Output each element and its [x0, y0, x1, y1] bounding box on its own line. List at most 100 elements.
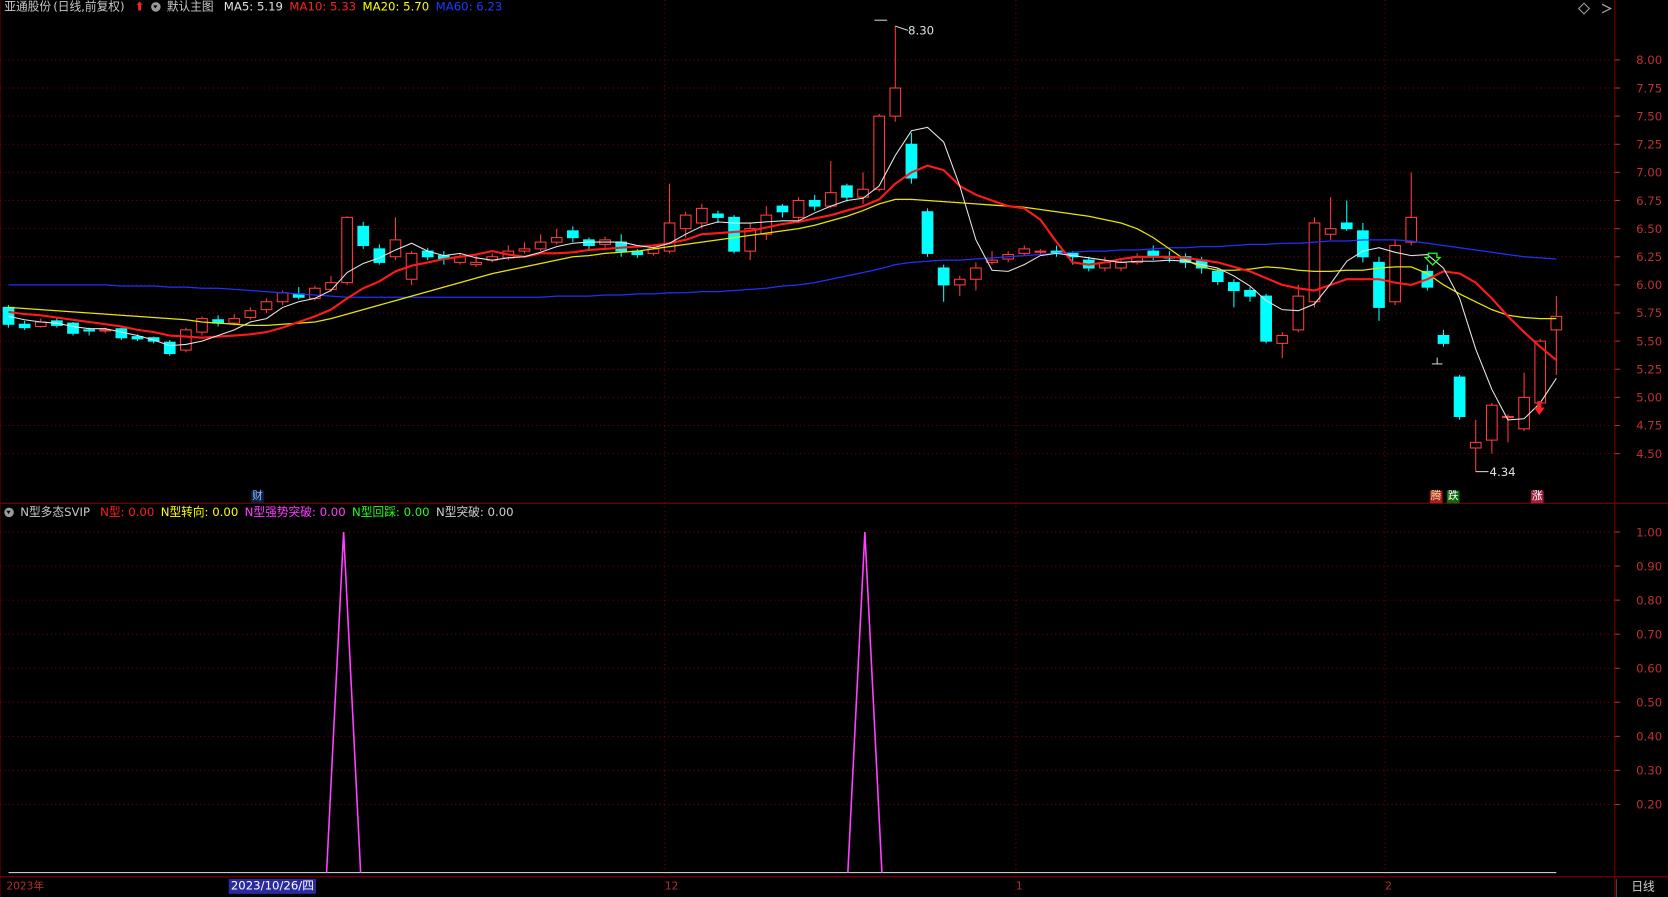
dropdown-circle-icon[interactable]	[4, 507, 14, 518]
period-label: (日线,前复权)	[53, 0, 125, 14]
candle-body-33	[534, 241, 547, 250]
low-label: 4.34	[1490, 465, 1516, 479]
sub-panel-header: N型多态SVIP N型: 0.00 N型转向: 0.00 N型强势突破: 0.00 N…	[4, 505, 526, 522]
sub-label-3: N型回踩: 0.00	[352, 505, 430, 520]
x-crosshair-date: 2023/10/26/四	[228, 878, 317, 894]
candle-body-5	[83, 329, 95, 332]
ma-label-1: MA10: 5.33	[289, 0, 357, 14]
candle-body-17	[276, 292, 289, 303]
high-label: 8.30	[908, 24, 934, 38]
candle-body-14	[228, 318, 241, 324]
ytick-label-main-14: 8.00	[1636, 53, 1662, 67]
ma10-line	[8, 164, 1558, 362]
candle-body-12	[196, 318, 208, 333]
ma-label-2: MA20: 5.70	[362, 0, 430, 14]
candle-body-1	[18, 323, 31, 329]
candle-body-80	[1292, 295, 1305, 331]
ytick-label-sub-5: 0.70	[1636, 627, 1662, 641]
high-pointer	[895, 25, 909, 31]
candle-body-4	[67, 322, 79, 334]
signal-tag-1: 腾	[1429, 490, 1443, 504]
ma-label-3: MA60: 6.23	[435, 0, 503, 14]
ma20-line	[8, 198, 1557, 327]
candle-body-69	[1115, 261, 1127, 269]
candle-body-47	[760, 214, 773, 235]
candle-body-16	[260, 301, 273, 311]
candle-body-32	[518, 248, 531, 252]
candle-body-76	[1228, 282, 1240, 292]
stock-chart[interactable]: 4.50 4.75 5.00 5.25 5.50 5.75 6.00 6.25 6.50 6.75…	[0, 0, 1668, 897]
ytick-label-sub-8: 1.00	[1636, 525, 1662, 539]
candle-body-63	[1018, 248, 1031, 254]
diamond-icon	[1577, 2, 1591, 15]
candle-body-61	[986, 259, 998, 263]
candle-body-58	[937, 267, 950, 286]
ytick-label-main-0: 4.50	[1636, 447, 1662, 461]
ytick-label-sub-4: 0.60	[1636, 662, 1662, 676]
main-panel-header: 亚通股份 (日线,前复权) ⬆ 默认主图 MA5: 5.19 MA10: 5.33 MA…	[4, 0, 515, 17]
ytick-label-sub-7: 0.90	[1636, 559, 1662, 573]
candle-body-94	[1518, 396, 1530, 430]
sub-label-0: N型: 0.00	[100, 505, 155, 520]
ytick-label-main-10: 7.00	[1636, 166, 1662, 180]
ytick-label-main-4: 5.50	[1636, 334, 1662, 348]
ma-label-0: MA5: 5.19	[223, 0, 284, 14]
up-arrow-icon: ⬆	[134, 0, 145, 14]
sub-label-4: N型突破: 0.00	[436, 505, 514, 520]
candle-body-64	[1034, 250, 1047, 253]
ytick-label-main-8: 6.50	[1636, 222, 1662, 236]
candle-body-91	[1469, 441, 1482, 449]
candle-body-49	[792, 199, 805, 218]
ytick-label-main-3: 5.25	[1636, 362, 1662, 376]
candle-body-92	[1485, 404, 1498, 441]
indicator-name[interactable]: 默认主图	[167, 0, 214, 14]
candle-body-55	[889, 87, 902, 117]
candle-body-44	[712, 213, 724, 218]
indicator-spike-0	[325, 532, 362, 873]
candle-body-93	[1502, 415, 1514, 419]
ytick-label-main-7: 6.25	[1636, 250, 1662, 264]
dropdown-circle-icon[interactable]	[150, 2, 161, 12]
ytick-label-main-5: 5.75	[1636, 306, 1662, 320]
sub-label-1: N型转向: 0.00	[160, 505, 239, 520]
ytick-label-sub-6: 0.80	[1636, 593, 1662, 607]
candle-body-0	[2, 306, 15, 325]
candle-body-15	[244, 310, 257, 319]
ma-legend: MA5: 5.19 MA10: 5.33 MA20: 5.70 MA60: 6.23	[224, 0, 509, 14]
candle-body-51	[824, 192, 837, 207]
sub-indicator-title[interactable]: N型多态SVIP	[20, 505, 90, 519]
candle-body-6	[99, 329, 112, 332]
stock-name: 亚通股份	[4, 0, 52, 14]
ytick-label-main-11: 7.25	[1636, 138, 1662, 152]
candle-body-59	[953, 278, 966, 286]
candle-body-22	[357, 225, 370, 247]
candle-body-50	[808, 199, 821, 207]
ytick-label-sub-1: 0.30	[1636, 764, 1662, 778]
candle-body-43	[695, 207, 708, 224]
candle-body-57	[921, 211, 934, 254]
ma5-line	[8, 126, 1557, 421]
finance-tag[interactable]: 财	[251, 490, 264, 504]
x-label-jan: 1	[1015, 881, 1023, 893]
sub-label-2: N型强势突破: 0.00	[244, 505, 346, 520]
ytick-label-sub-0: 0.20	[1636, 798, 1662, 812]
candle-body-90	[1453, 376, 1466, 418]
ytick-label-sub-2: 0.40	[1636, 730, 1662, 744]
candle-body-86	[1389, 244, 1401, 303]
candle-body-42	[679, 214, 692, 230]
period-tab[interactable]: 日线	[1615, 878, 1668, 897]
candle-body-34	[550, 237, 563, 243]
ytick-label-main-13: 7.75	[1636, 81, 1662, 95]
candle-body-77	[1244, 289, 1256, 297]
candle-body-60	[970, 267, 982, 280]
candle-body-82	[1324, 228, 1337, 235]
ytick-label-main-2: 5.00	[1636, 391, 1662, 405]
candle-body-87	[1405, 216, 1418, 243]
ytick-label-main-6: 6.00	[1636, 278, 1662, 292]
ytick-label-sub-3: 0.50	[1636, 696, 1662, 710]
candle-body-11	[180, 329, 192, 351]
candle-body-29	[470, 261, 482, 266]
signal-tag-2: 跌	[1446, 490, 1460, 504]
ytick-label-main-12: 7.50	[1636, 109, 1662, 123]
x-label-feb: 2	[1385, 881, 1392, 893]
